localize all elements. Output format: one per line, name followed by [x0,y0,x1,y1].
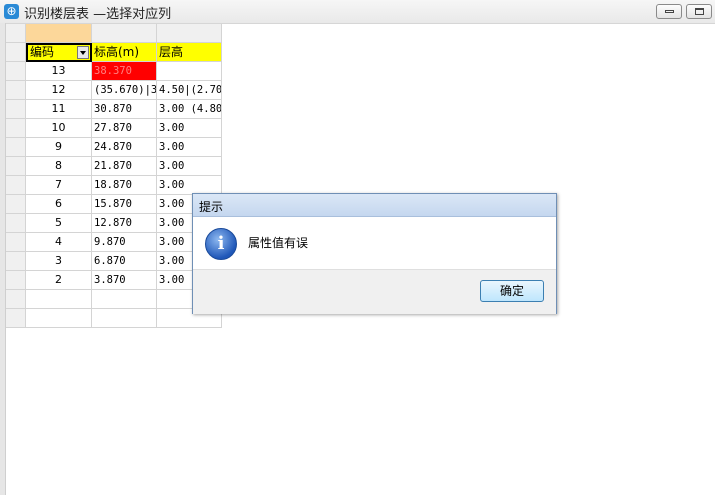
floor-code-cell[interactable]: 8 [26,157,92,176]
column-header-b[interactable] [92,24,157,43]
row-header[interactable] [6,214,26,233]
dialog-title-bar: 提示 [193,194,556,217]
row-header[interactable] [6,176,26,195]
corner-cell[interactable] [6,24,26,43]
floor-code-cell[interactable] [26,290,92,309]
app-icon: ⊕ [4,4,19,19]
elevation-cell[interactable]: (35.670)|3 [92,81,157,100]
elevation-cell[interactable]: 15.870 [92,195,157,214]
floor-code-cell[interactable]: 10 [26,119,92,138]
row-header[interactable] [6,309,26,328]
floor-code-cell[interactable]: 9 [26,138,92,157]
floor-height-cell[interactable] [157,62,222,81]
header-elevation-cell[interactable]: 标高(m) [92,43,157,62]
row-header[interactable] [6,157,26,176]
elevation-cell[interactable]: 30.870 [92,100,157,119]
floor-code-cell[interactable]: 2 [26,271,92,290]
row-header[interactable] [6,233,26,252]
elevation-cell[interactable] [92,290,157,309]
header-code-cell[interactable]: 编码 [26,43,92,62]
floor-height-cell[interactable]: 3.00 (4.80 [157,100,222,119]
floor-height-cell[interactable]: 3.00 [157,119,222,138]
window-title: 识别楼层表 —选择对应列 [24,7,172,22]
floor-code-cell[interactable]: 4 [26,233,92,252]
row-header[interactable] [6,100,26,119]
ok-button[interactable]: 确定 [480,280,544,302]
row-header[interactable] [6,119,26,138]
elevation-cell[interactable]: 6.870 [92,252,157,271]
floor-code-cell[interactable]: 3 [26,252,92,271]
elevation-cell[interactable]: 38.370 [92,62,157,81]
floor-code-cell[interactable] [26,309,92,328]
floor-code-cell[interactable]: 6 [26,195,92,214]
title-bar: ⊕ 识别楼层表 —选择对应列 [0,0,715,24]
column-header-c[interactable] [157,24,222,43]
info-icon: i [205,228,237,260]
floor-code-cell[interactable]: 11 [26,100,92,119]
row-header[interactable] [6,252,26,271]
dialog-message: 属性值有误 [248,236,309,250]
minimize-button[interactable] [656,4,682,19]
row-header[interactable] [6,271,26,290]
floor-code-cell[interactable]: 5 [26,214,92,233]
elevation-cell[interactable]: 12.870 [92,214,157,233]
dropdown-arrow-icon[interactable] [77,46,89,59]
elevation-cell[interactable] [92,309,157,328]
elevation-cell[interactable]: 3.870 [92,271,157,290]
restore-button[interactable] [686,4,712,19]
floor-height-cell[interactable]: 3.00 [157,157,222,176]
dialog-footer: 确定 [193,269,556,314]
restore-icon [695,8,704,15]
header-code-label: 编码 [30,45,55,59]
elevation-cell[interactable]: 21.870 [92,157,157,176]
row-header[interactable] [6,138,26,157]
elevation-cell[interactable]: 27.870 [92,119,157,138]
elevation-cell[interactable]: 24.870 [92,138,157,157]
row-header[interactable] [6,81,26,100]
floor-code-cell[interactable]: 7 [26,176,92,195]
minimize-icon [665,10,674,13]
row-header[interactable] [6,43,26,62]
header-floor-height-cell[interactable]: 层高 [157,43,222,62]
floor-height-cell[interactable]: 3.00 [157,138,222,157]
elevation-cell[interactable]: 18.870 [92,176,157,195]
column-header-a[interactable] [26,24,92,43]
row-header[interactable] [6,62,26,81]
elevation-cell[interactable]: 9.870 [92,233,157,252]
floor-code-cell[interactable]: 12 [26,81,92,100]
floor-code-cell[interactable]: 13 [26,62,92,81]
dialog-title: 提示 [199,200,224,214]
floor-height-cell[interactable]: 4.50|(2.70 [157,81,222,100]
prompt-dialog: 提示 i 属性值有误 确定 [192,193,557,314]
row-header[interactable] [6,195,26,214]
row-header[interactable] [6,290,26,309]
